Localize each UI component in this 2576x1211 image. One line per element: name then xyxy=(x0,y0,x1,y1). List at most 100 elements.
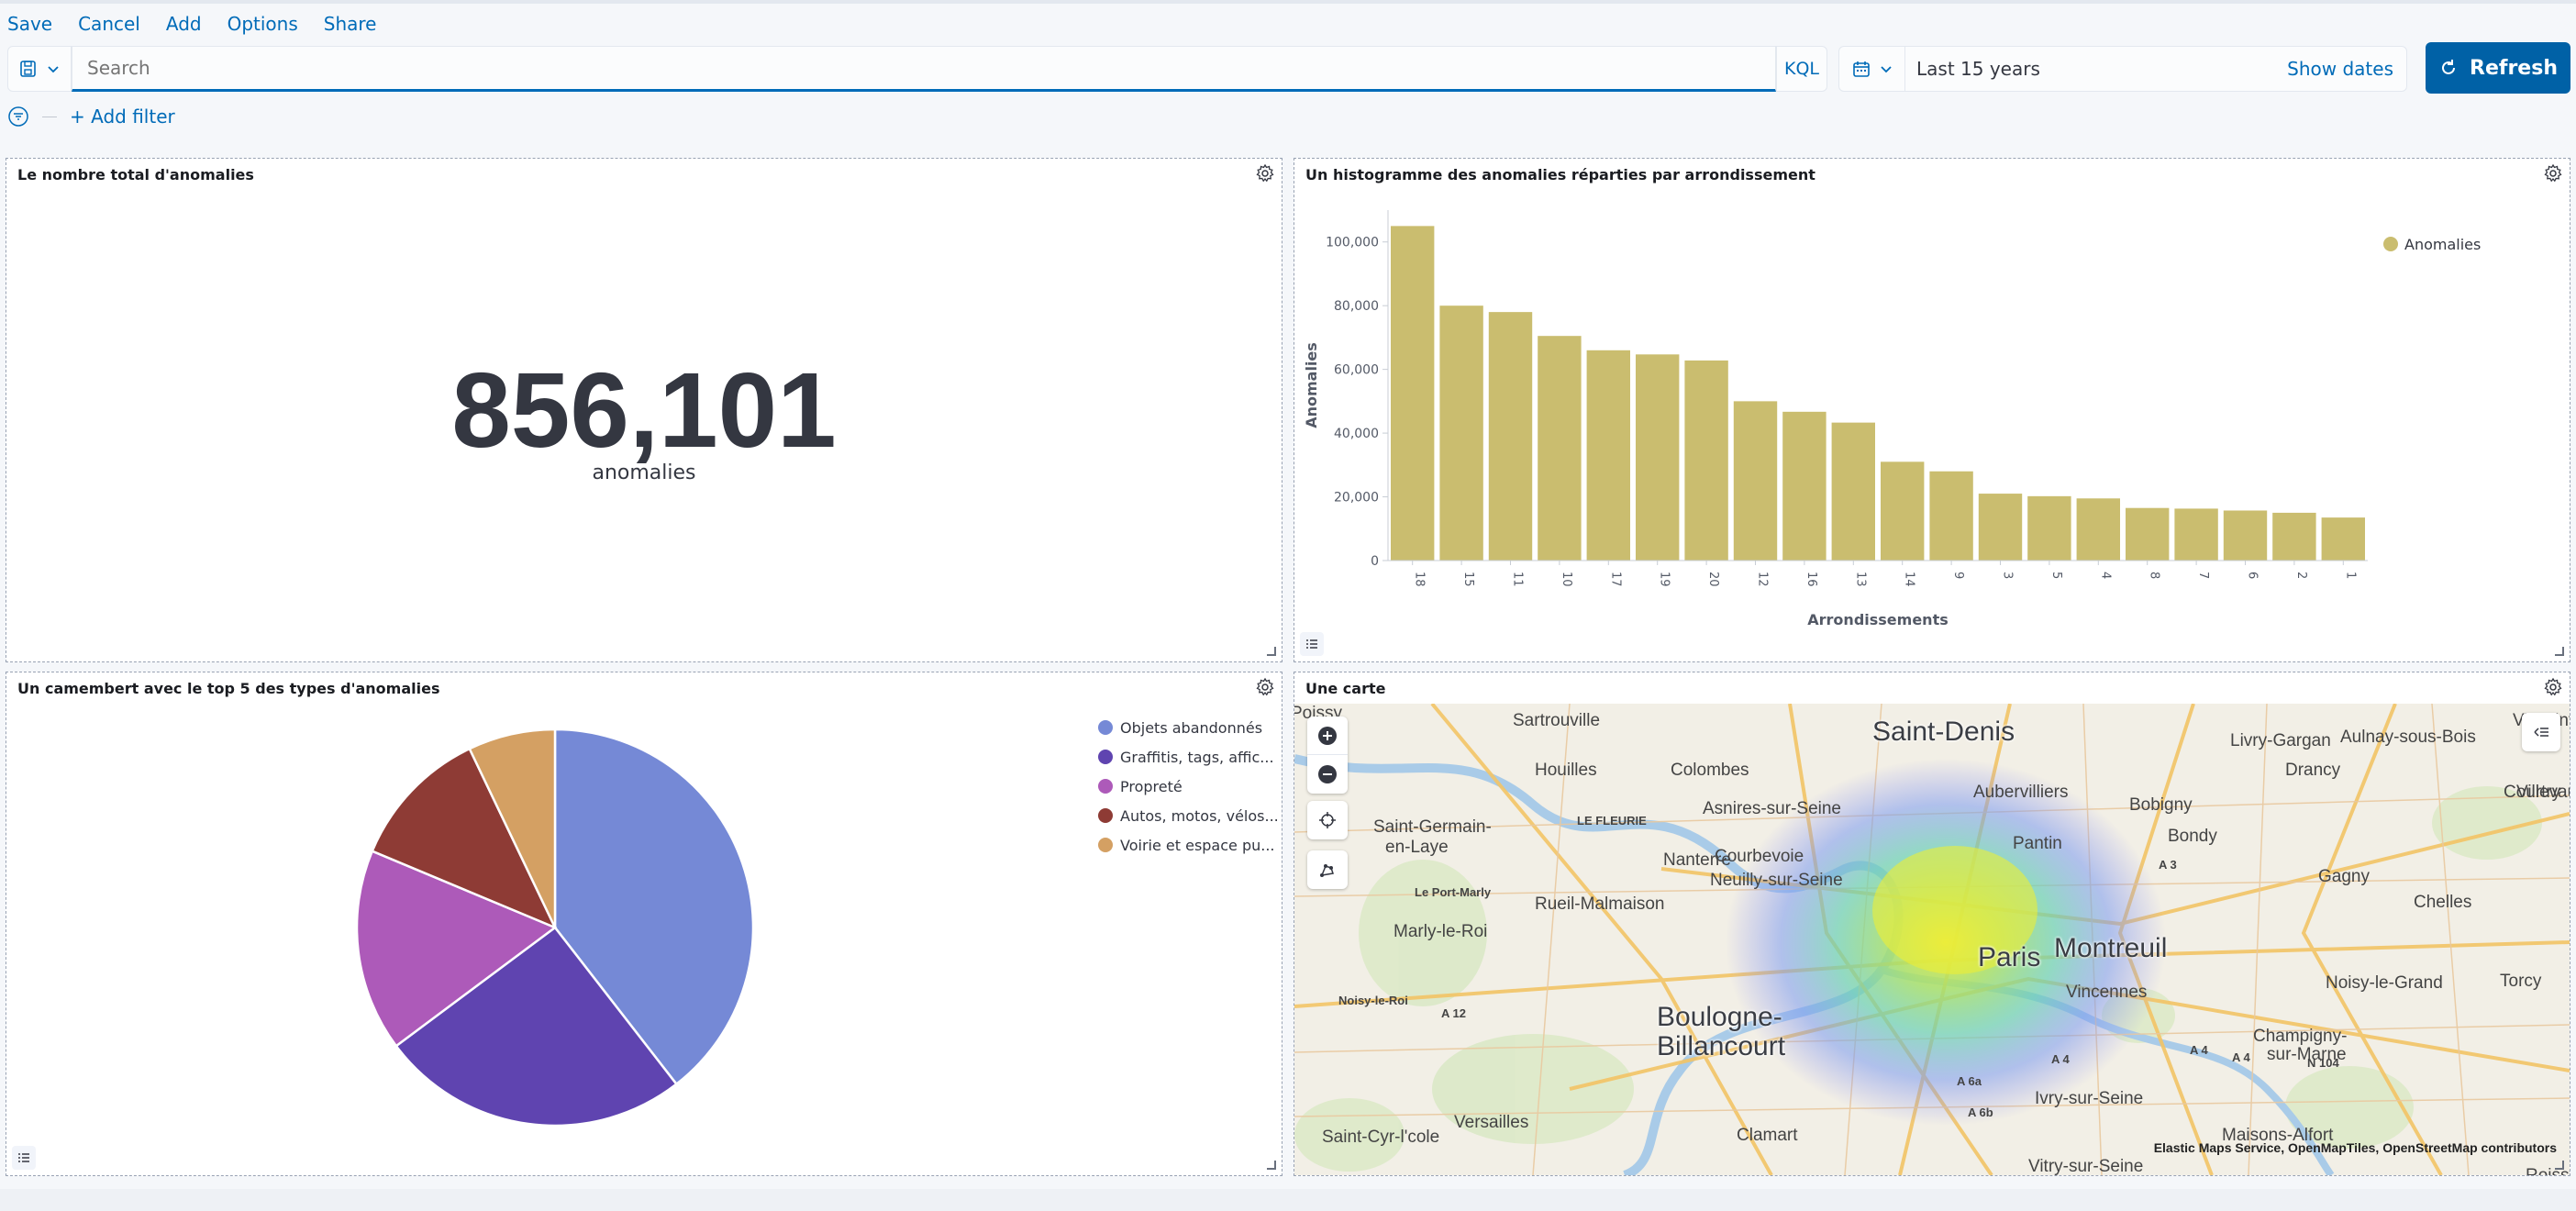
legend-toggle-button[interactable] xyxy=(12,1146,36,1170)
map-label: Courbevoie xyxy=(1715,847,1804,866)
query-language-button[interactable]: KQL xyxy=(1776,46,1827,92)
quick-select-button[interactable] xyxy=(1839,47,1905,91)
bar-3[interactable] xyxy=(1978,494,2023,561)
top-nav-menu: Save Cancel Add Options Share xyxy=(7,9,376,39)
map-label: Villevaud xyxy=(2516,783,2570,802)
panel-title: Le nombre total d'anomalies xyxy=(17,166,254,183)
bar-2[interactable] xyxy=(2272,512,2316,561)
resize-handle[interactable] xyxy=(2555,647,2564,656)
legend-label[interactable]: Autos, motos, vélos... xyxy=(1120,807,1279,825)
y-tick-label: 40,000 xyxy=(1334,427,1379,441)
share-menu-item[interactable]: Share xyxy=(324,13,377,35)
panel-options-button[interactable] xyxy=(2540,161,2566,186)
options-menu-item[interactable]: Options xyxy=(228,13,298,35)
map-label: Billancourt xyxy=(1657,1031,1786,1061)
x-axis-label: Arrondissements xyxy=(1807,611,1948,628)
map-label: Chelles xyxy=(2414,893,2472,912)
saved-query-button[interactable] xyxy=(7,46,72,92)
y-tick-label: 0 xyxy=(1371,554,1379,569)
zoom-out-button[interactable] xyxy=(1307,755,1348,794)
bar-9[interactable] xyxy=(1929,471,1973,561)
legend-label[interactable]: Propreté xyxy=(1120,778,1183,795)
map-label: Gagny xyxy=(2318,867,2370,886)
map-label: Vitry-sur-Seine xyxy=(2028,1157,2144,1175)
map-label: A 4 xyxy=(2232,1050,2250,1064)
resize-handle[interactable] xyxy=(2555,1161,2564,1170)
save-query-icon xyxy=(20,61,36,77)
y-tick-label: 60,000 xyxy=(1334,363,1379,378)
panel-title: Un camembert avec le top 5 des types d'a… xyxy=(17,680,440,697)
map-label: Saint-Germain- xyxy=(1373,817,1492,837)
cancel-menu-item[interactable]: Cancel xyxy=(78,13,140,35)
panel-options-button[interactable] xyxy=(2540,674,2566,700)
bar-11[interactable] xyxy=(1488,312,1533,561)
map-label: A 3 xyxy=(2159,858,2177,872)
bar-19[interactable] xyxy=(1636,354,1680,561)
refresh-button[interactable]: Refresh xyxy=(2426,42,2570,94)
panel-options-button[interactable] xyxy=(1252,161,1278,186)
map-label: Rueil-Malmaison xyxy=(1535,894,1665,914)
bar-10[interactable] xyxy=(1538,336,1582,561)
bar-17[interactable] xyxy=(1586,350,1630,561)
legend-dot xyxy=(1098,808,1113,823)
time-range-text[interactable]: Last 15 years xyxy=(1916,47,2040,91)
map-label: Bobigny xyxy=(2129,795,2193,815)
zoom-controls xyxy=(1307,717,1348,794)
add-menu-item[interactable]: Add xyxy=(166,13,202,35)
resize-handle[interactable] xyxy=(1267,1161,1276,1170)
draw-button[interactable] xyxy=(1307,850,1348,889)
save-menu-item[interactable]: Save xyxy=(7,13,52,35)
legend-label[interactable]: Anomalies xyxy=(2404,236,2481,253)
map-label: Livry-Gargan xyxy=(2230,731,2331,750)
map-label: Paris xyxy=(1978,942,2041,972)
bar-12[interactable] xyxy=(1733,401,1778,561)
locate-button[interactable] xyxy=(1307,801,1348,839)
y-axis-label: Anomalies xyxy=(1303,342,1320,428)
x-tick-label: 1 xyxy=(2343,572,2357,579)
map-label: Noisy-le-Grand xyxy=(2326,973,2443,993)
map-label: Le Port-Marly xyxy=(1415,885,1492,899)
map-label: Boulogne- xyxy=(1657,1002,1782,1032)
filter-icon[interactable] xyxy=(7,106,29,128)
locate-control xyxy=(1307,801,1348,839)
bar-15[interactable] xyxy=(1439,306,1483,561)
bar-13[interactable] xyxy=(1831,422,1875,561)
resize-handle[interactable] xyxy=(1267,647,1276,656)
bar-7[interactable] xyxy=(2174,508,2218,561)
bar-1[interactable] xyxy=(2321,517,2365,561)
map-label: A 12 xyxy=(1441,1006,1466,1020)
x-tick-label: 14 xyxy=(1903,572,1916,587)
legend-icon xyxy=(18,1153,29,1162)
layers-button[interactable] xyxy=(2522,713,2560,751)
map-label: Versailles xyxy=(1454,1113,1529,1132)
bar-4[interactable] xyxy=(2076,498,2120,561)
bar-6[interactable] xyxy=(2223,510,2268,561)
legend-icon xyxy=(1306,639,1317,649)
map-label: Saint-Denis xyxy=(1872,717,2015,747)
legend-label[interactable]: Graffitis, tags, affic... xyxy=(1120,749,1274,766)
bar-14[interactable] xyxy=(1881,461,1925,561)
bar-5[interactable] xyxy=(2027,495,2071,561)
bar-16[interactable] xyxy=(1782,411,1827,561)
map-panel: Une carte Saint-Denis Paris Montreuil Bo… xyxy=(1294,672,2570,1176)
map-label: A 6b xyxy=(1968,1105,1993,1119)
bar-18[interactable] xyxy=(1391,226,1435,561)
add-filter-button[interactable]: + Add filter xyxy=(70,106,175,128)
legend-label[interactable]: Objets abandonnés xyxy=(1120,719,1262,737)
search-input[interactable] xyxy=(72,47,1775,89)
bar-20[interactable] xyxy=(1684,360,1728,561)
zoom-in-button[interactable] xyxy=(1307,717,1348,755)
x-tick-label: 5 xyxy=(2049,572,2063,579)
minus-icon xyxy=(1318,765,1337,783)
map-label: A 4 xyxy=(2190,1043,2208,1057)
legend-toggle-button[interactable] xyxy=(1300,632,1324,656)
pie-chart: Objets abandonnés Graffitis, tags, affic.… xyxy=(355,719,1279,1128)
map-label: Colombes xyxy=(1671,761,1749,780)
x-tick-label: 7 xyxy=(2196,572,2210,579)
bar-8[interactable] xyxy=(2126,507,2170,561)
show-dates-link[interactable]: Show dates xyxy=(2287,47,2393,91)
panel-options-button[interactable] xyxy=(1252,674,1278,700)
layers-icon xyxy=(2534,728,2548,737)
map-canvas[interactable]: Saint-Denis Paris Montreuil Boulogne- Billan… xyxy=(1294,704,2570,1175)
legend-label[interactable]: Voirie et espace pu... xyxy=(1120,837,1275,854)
